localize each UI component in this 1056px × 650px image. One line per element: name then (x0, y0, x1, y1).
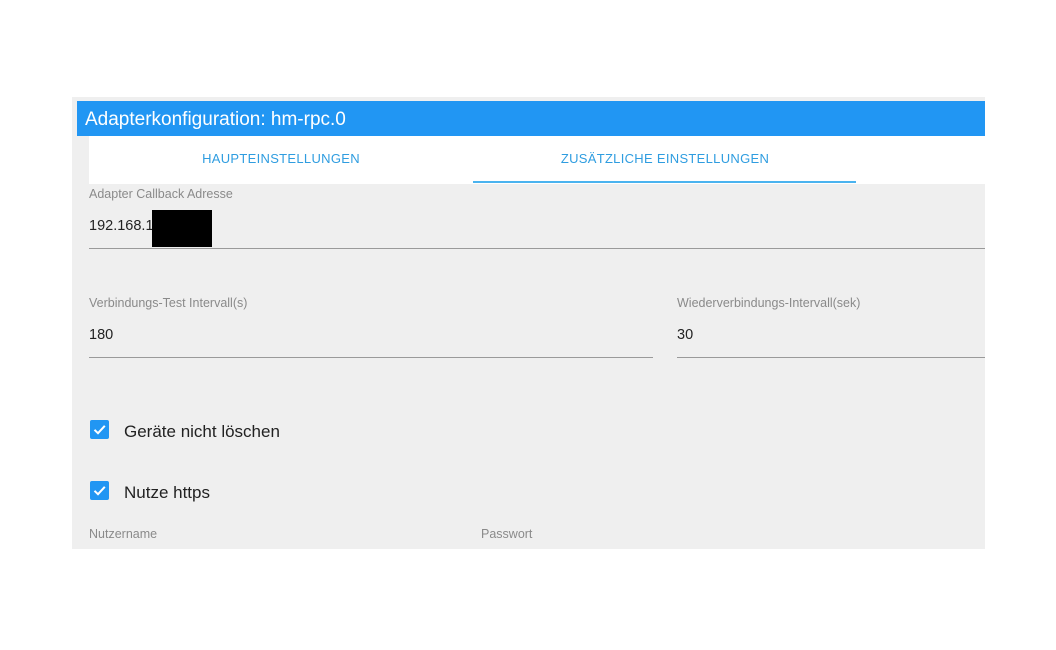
config-panel: Adapterkonfiguration: hm-rpc.0 HAUPTEINS… (72, 97, 985, 549)
use-https-checkbox[interactable] (90, 481, 109, 500)
checkmark-icon (93, 425, 106, 435)
callback-address-label: Adapter Callback Adresse (89, 187, 233, 201)
dialog-title: Adapterkonfiguration: hm-rpc.0 (77, 101, 985, 136)
checkmark-icon (93, 486, 106, 496)
reconnect-interval-label: Wiederverbindungs-Intervall(sek) (677, 296, 861, 310)
password-label: Passwort (481, 527, 533, 541)
tab-additional-settings[interactable]: ZUSÄTZLICHE EINSTELLUNGEN (473, 136, 857, 184)
redaction-box (152, 210, 212, 247)
connection-test-interval-input[interactable]: 180 (89, 327, 113, 343)
callback-address-input[interactable]: 192.168.1 (89, 218, 154, 234)
connection-test-interval-underline (89, 357, 653, 358)
callback-address-underline (89, 248, 985, 249)
connection-test-interval-label: Verbindungs-Test Intervall(s) (89, 296, 248, 310)
tab-main-settings[interactable]: HAUPTEINSTELLUNGEN (89, 136, 473, 184)
reconnect-interval-input[interactable]: 30 (677, 327, 693, 343)
username-label: Nutzername (89, 527, 158, 541)
tab-bar: HAUPTEINSTELLUNGEN ZUSÄTZLICHE EINSTELLU… (89, 136, 985, 184)
active-tab-indicator (473, 181, 856, 183)
dont-delete-devices-label: Geräte nicht löschen (124, 422, 280, 441)
dont-delete-devices-checkbox[interactable] (90, 420, 109, 439)
use-https-label: Nutze https (124, 483, 210, 502)
reconnect-interval-underline (677, 357, 985, 358)
